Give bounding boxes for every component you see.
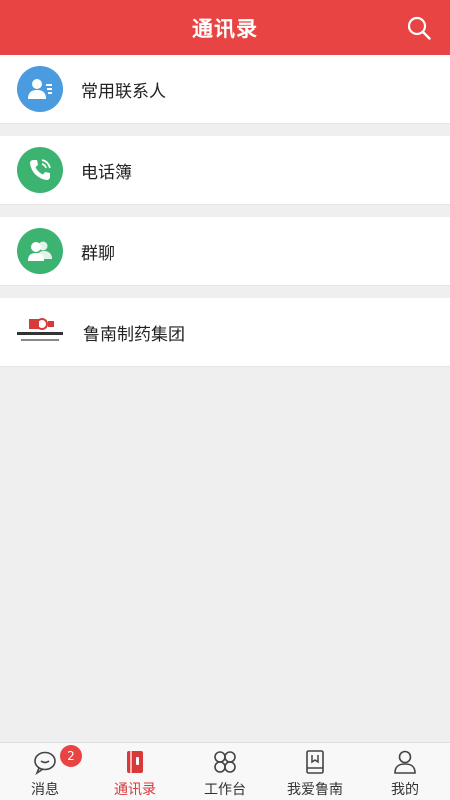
group-chat-icon — [17, 228, 63, 274]
book-icon — [306, 750, 324, 774]
frequent-contact-icon — [17, 66, 63, 112]
contacts-icon — [127, 751, 143, 773]
frequent-contacts-item[interactable]: 常用联系人 — [0, 55, 450, 124]
tab-contacts[interactable]: 通讯录 — [90, 743, 180, 800]
lunan-group-label: 鲁南制药集团 — [83, 324, 185, 345]
contacts-menu: 常用联系人 电话簿 群聊 鲁南制药集团 — [0, 55, 450, 367]
lunan-logo — [15, 309, 65, 355]
page-title: 通讯录 — [192, 15, 258, 41]
group-chat-label: 群聊 — [81, 243, 115, 264]
unread-badge: 2 — [60, 745, 82, 767]
phone-book-item[interactable]: 电话簿 — [0, 136, 450, 205]
group-chat-item[interactable]: 群聊 — [0, 217, 450, 286]
tab-love-lunan-label: 我爱鲁南 — [287, 782, 343, 798]
phone-book-label: 电话簿 — [81, 162, 132, 183]
frequent-contacts-label: 常用联系人 — [81, 81, 166, 102]
tab-mine-label: 我的 — [391, 782, 419, 798]
lunan-group-item[interactable]: 鲁南制药集团 — [0, 298, 450, 367]
tab-love-lunan[interactable]: 我爱鲁南 — [270, 743, 360, 800]
tab-mine[interactable]: 我的 — [360, 743, 450, 800]
profile-icon — [394, 750, 416, 774]
tab-messages[interactable]: 消息 2 — [0, 743, 90, 800]
bottom-tab-bar: 消息 2 通讯录 工作台 我爱鲁南 我的 — [0, 742, 450, 800]
tab-contacts-label: 通讯录 — [114, 782, 156, 798]
workbench-icon — [214, 751, 236, 773]
search-icon[interactable] — [406, 15, 432, 41]
phone-book-icon — [17, 147, 63, 193]
message-icon — [34, 751, 56, 775]
top-bar: 通讯录 — [0, 0, 450, 55]
tab-messages-label: 消息 — [31, 782, 59, 798]
tab-workbench-label: 工作台 — [204, 782, 246, 798]
tab-workbench[interactable]: 工作台 — [180, 743, 270, 800]
